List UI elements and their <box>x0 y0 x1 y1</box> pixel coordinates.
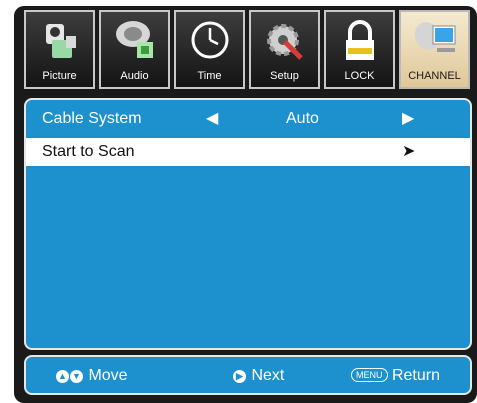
start-scan-row[interactable]: Start to Scan ➤ <box>26 138 470 166</box>
menu-key-icon: MENU <box>351 368 388 382</box>
channel-menu-panel: Cable System ◀ Auto ▶ Start to Scan ➤ <box>24 98 472 350</box>
tab-label: Time <box>197 70 222 82</box>
right-arrow-icon: ➤ <box>402 143 416 160</box>
tab-label: Setup <box>270 70 299 82</box>
tab-picture[interactable]: Picture <box>24 10 95 89</box>
next-label: Next <box>251 367 285 384</box>
up-arrow-icon: ▲ <box>56 370 69 383</box>
menu-tabs: Picture Audio Time Setup LOCK CHANNEL <box>0 0 477 100</box>
move-label: Move <box>88 367 128 384</box>
lock-icon <box>346 20 374 60</box>
cable-system-row[interactable]: Cable System ◀ Auto ▶ <box>26 105 470 133</box>
cable-system-label: Cable System <box>42 110 142 127</box>
clock-icon <box>191 21 229 59</box>
camera-icon <box>46 24 76 58</box>
tab-label: LOCK <box>344 70 375 82</box>
tab-label: Picture <box>42 70 77 82</box>
satellite-dish-icon <box>414 22 456 52</box>
start-scan-label: Start to Scan <box>42 143 135 160</box>
return-label: Return <box>391 367 440 384</box>
down-arrow-icon: ▼ <box>70 370 83 383</box>
tab-label: Audio <box>120 70 149 82</box>
tab-label: CHANNEL <box>408 70 461 82</box>
gear-icon <box>267 24 303 60</box>
next-hint: ▶ Next <box>233 367 284 385</box>
next-arrow-icon: ▶ <box>233 370 246 383</box>
return-hint: MENU Return <box>351 367 440 385</box>
tab-lock[interactable]: LOCK <box>324 10 395 89</box>
tab-setup[interactable]: Setup <box>249 10 320 89</box>
tab-audio[interactable]: Audio <box>99 10 170 89</box>
left-arrow-icon[interactable]: ◀ <box>206 108 218 128</box>
right-arrow-icon[interactable]: ▶ <box>402 108 414 128</box>
tab-channel[interactable]: CHANNEL <box>399 10 470 89</box>
audio-icon <box>116 21 153 58</box>
tab-time[interactable]: Time <box>174 10 245 89</box>
move-hint: ▲ ▼ Move <box>56 367 128 385</box>
help-bar: ▲ ▼ Move ▶ Next MENU Return <box>24 355 472 395</box>
cable-system-value: Auto <box>286 110 319 127</box>
